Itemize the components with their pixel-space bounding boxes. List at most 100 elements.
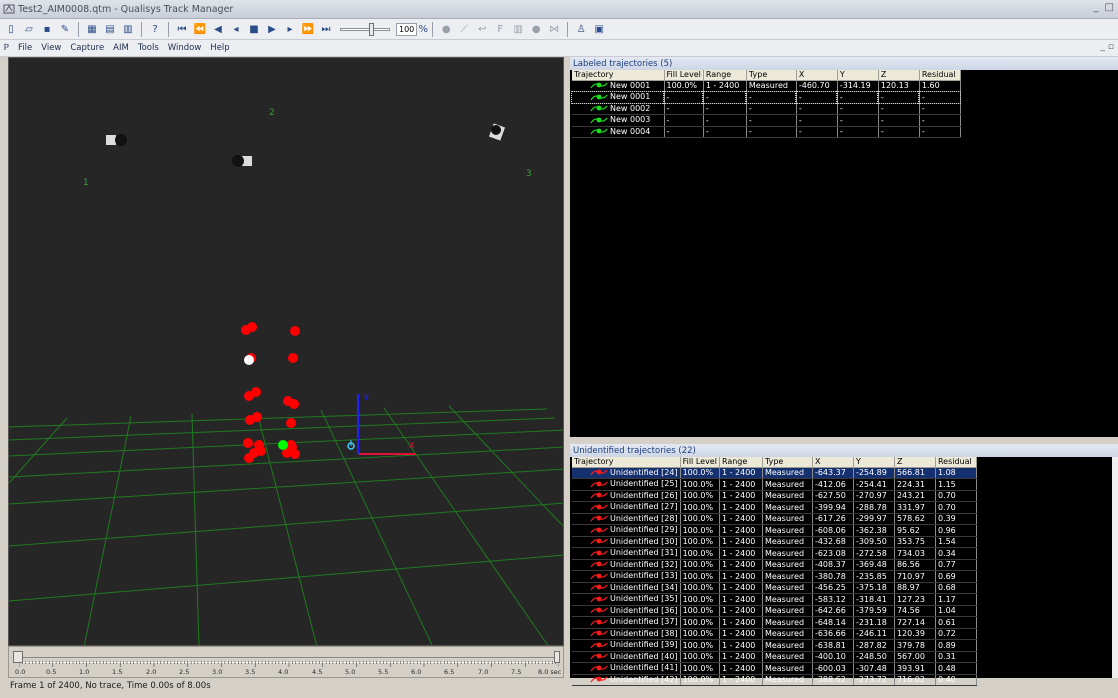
stop-icon[interactable]: ■ [246, 21, 262, 37]
last-frame-icon[interactable]: ⏭ [318, 21, 334, 37]
fast-forward-icon[interactable]: ⏩ [300, 21, 316, 37]
plot-icon[interactable]: ▥ [120, 21, 136, 37]
open-folder-icon[interactable]: ▱ [21, 21, 37, 37]
table-row[interactable]: Unidentified [37] 100.0% 1 - 2400 Measured -… [572, 616, 977, 629]
table-row[interactable]: Unidentified [39] 100.0% 1 - 2400 Measured -… [572, 639, 977, 652]
camera-icon[interactable]: ▣ [591, 21, 607, 37]
table-row[interactable]: Unidentified [27] 100.0% 1 - 2400 Measured -… [572, 501, 977, 514]
table-row[interactable]: Unidentified [28] 100.0% 1 - 2400 Measured -… [572, 513, 977, 525]
col-y[interactable]: Y [837, 70, 879, 81]
add-marker-icon[interactable]: ● [438, 21, 454, 37]
filter-icon[interactable]: F [492, 21, 508, 37]
table-row[interactable]: Unidentified [32] 100.0% 1 - 2400 Measured -… [572, 559, 977, 571]
col-x[interactable]: X [796, 70, 838, 81]
trajectory-icon [590, 469, 608, 476]
curve-icon[interactable]: ↩ [474, 21, 490, 37]
col-x[interactable]: X [812, 457, 854, 468]
trajectory-cell: Unidentified [40] [572, 651, 681, 663]
table-row[interactable]: Unidentified [42] 100.0% 1 - 2400 Measured -… [572, 674, 977, 686]
menu-window[interactable]: Window [168, 43, 202, 53]
table-row[interactable]: New 0001 100.0% 1 - 2400 Measured -460.70 -31… [572, 80, 961, 92]
menu-help[interactable]: Help [210, 43, 229, 53]
table-row[interactable]: Unidentified [34] 100.0% 1 - 2400 Measured -… [572, 582, 977, 594]
table-row[interactable]: Unidentified [25] 100.0% 1 - 2400 Measured -… [572, 478, 977, 491]
col-residual[interactable]: Residual [919, 70, 961, 81]
menu-view[interactable]: View [41, 43, 61, 53]
col-fill-level[interactable]: Fill Level [680, 457, 720, 468]
col-residual[interactable]: Residual [935, 457, 977, 468]
table-row[interactable]: Unidentified [29] 100.0% 1 - 2400 Measured -… [572, 524, 977, 537]
zoom-input[interactable]: 100 [396, 22, 418, 36]
table-row[interactable]: New 0003- - - - - - - [572, 114, 961, 127]
play-backward-icon[interactable]: ◂ [228, 21, 244, 37]
table-row[interactable]: Unidentified [40] 100.0% 1 - 2400 Measured -… [572, 651, 977, 663]
type-cell: Measured [762, 536, 813, 548]
table-row[interactable]: Unidentified [36] 100.0% 1 - 2400 Measured -… [572, 605, 977, 617]
menu-aim[interactable]: AIM [113, 43, 129, 53]
col-trajectory[interactable]: Trajectory [572, 70, 665, 81]
fill-level-cell: 100.0% [680, 547, 720, 560]
bone-icon[interactable]: ⟋ [456, 21, 472, 37]
table-row[interactable]: Unidentified [31] 100.0% 1 - 2400 Measured -… [572, 547, 977, 560]
table-row[interactable]: Unidentified [33] 100.0% 1 - 2400 Measured -… [572, 570, 977, 583]
table-row[interactable]: New 0004- - - - - - - [572, 126, 961, 138]
col-fill-level[interactable]: Fill Level [664, 70, 704, 81]
wand-icon[interactable]: ✎ [57, 21, 73, 37]
table-row[interactable]: Unidentified [30] 100.0% 1 - 2400 Measured -… [572, 536, 977, 548]
table-row[interactable]: Unidentified [26] 100.0% 1 - 2400 Measured -… [572, 490, 977, 502]
table-icon[interactable]: ▥ [510, 21, 526, 37]
trajectory-cell: Unidentified [31] [572, 547, 681, 560]
y-cell: -248.50 [853, 651, 895, 663]
table-row[interactable]: Unidentified [41] 100.0% 1 - 2400 Measured -… [572, 662, 977, 675]
save-icon[interactable]: ▪ [39, 21, 55, 37]
step-forward-icon[interactable]: ▸ [282, 21, 298, 37]
col-range[interactable]: Range [719, 457, 763, 468]
minimize-button[interactable]: _ [1094, 2, 1099, 13]
table-row[interactable]: Unidentified [35] 100.0% 1 - 2400 Measured -… [572, 593, 977, 606]
col-y[interactable]: Y [853, 457, 895, 468]
col-z[interactable]: Z [878, 70, 920, 81]
table-row[interactable]: New 0001- - - - - - - [571, 90, 962, 104]
y-cell: -299.97 [853, 513, 895, 525]
table-row[interactable]: New 0002- - - - - - - [572, 103, 961, 115]
col-type[interactable]: Type [746, 70, 797, 81]
col-trajectory[interactable]: Trajectory [572, 457, 681, 468]
col-type[interactable]: Type [762, 457, 813, 468]
person-icon[interactable]: ♙ [573, 21, 589, 37]
play-icon[interactable]: ▶ [264, 21, 280, 37]
range-cell: 1 - 2400 [719, 662, 763, 675]
vertical-scrollbar[interactable] [1112, 457, 1118, 678]
timeline-end-handle[interactable] [554, 651, 560, 663]
menu-tools[interactable]: Tools [138, 43, 159, 53]
view-3d-icon[interactable]: ▤ [102, 21, 118, 37]
trajectory-label: Unidentified [37] [610, 617, 678, 626]
first-frame-icon[interactable]: ⏮ [174, 21, 190, 37]
record-icon[interactable]: ● [528, 21, 544, 37]
menu-capture[interactable]: Capture [70, 43, 104, 53]
range-cell: - [703, 126, 747, 138]
step-back-icon[interactable]: ◀ [210, 21, 226, 37]
3d-view[interactable]: 1 2 3 Y X [8, 57, 564, 646]
trajectory-label: Unidentified [42] [610, 674, 678, 684]
timeline-bar[interactable]: 0.0 0.5 1.0 1.5 2.0 2.5 3.0 3.5 4.0 4.5 … [8, 646, 564, 678]
view-2d-icon[interactable]: ▦ [84, 21, 100, 37]
table-row[interactable]: Unidentified [38] 100.0% 1 - 2400 Measured -… [572, 628, 977, 640]
disconnect-icon[interactable]: ⋈ [546, 21, 562, 37]
menu-app-icon: ℙ [3, 43, 9, 53]
range-cell: 1 - 2400 [719, 501, 763, 514]
new-file-icon[interactable]: ▯ [3, 21, 19, 37]
maximize-button[interactable]: □ [1105, 2, 1114, 13]
menu-file[interactable]: File [18, 43, 32, 53]
mdi-controls[interactable]: _ ▫ [1101, 42, 1114, 52]
residual-cell: 1.08 [935, 467, 977, 479]
playback-speed-slider[interactable] [340, 22, 390, 36]
timeline-start-handle[interactable] [13, 651, 23, 663]
col-range[interactable]: Range [703, 70, 747, 81]
y-cell: - [836, 90, 880, 104]
table-row[interactable]: Unidentified [24] 100.0% 1 - 2400 Measured -… [572, 467, 977, 479]
slider-thumb[interactable] [369, 22, 374, 36]
trajectory-icon [590, 492, 608, 499]
col-z[interactable]: Z [894, 457, 936, 468]
help-icon[interactable]: ? [147, 21, 163, 37]
fast-rewind-icon[interactable]: ⏪ [192, 21, 208, 37]
